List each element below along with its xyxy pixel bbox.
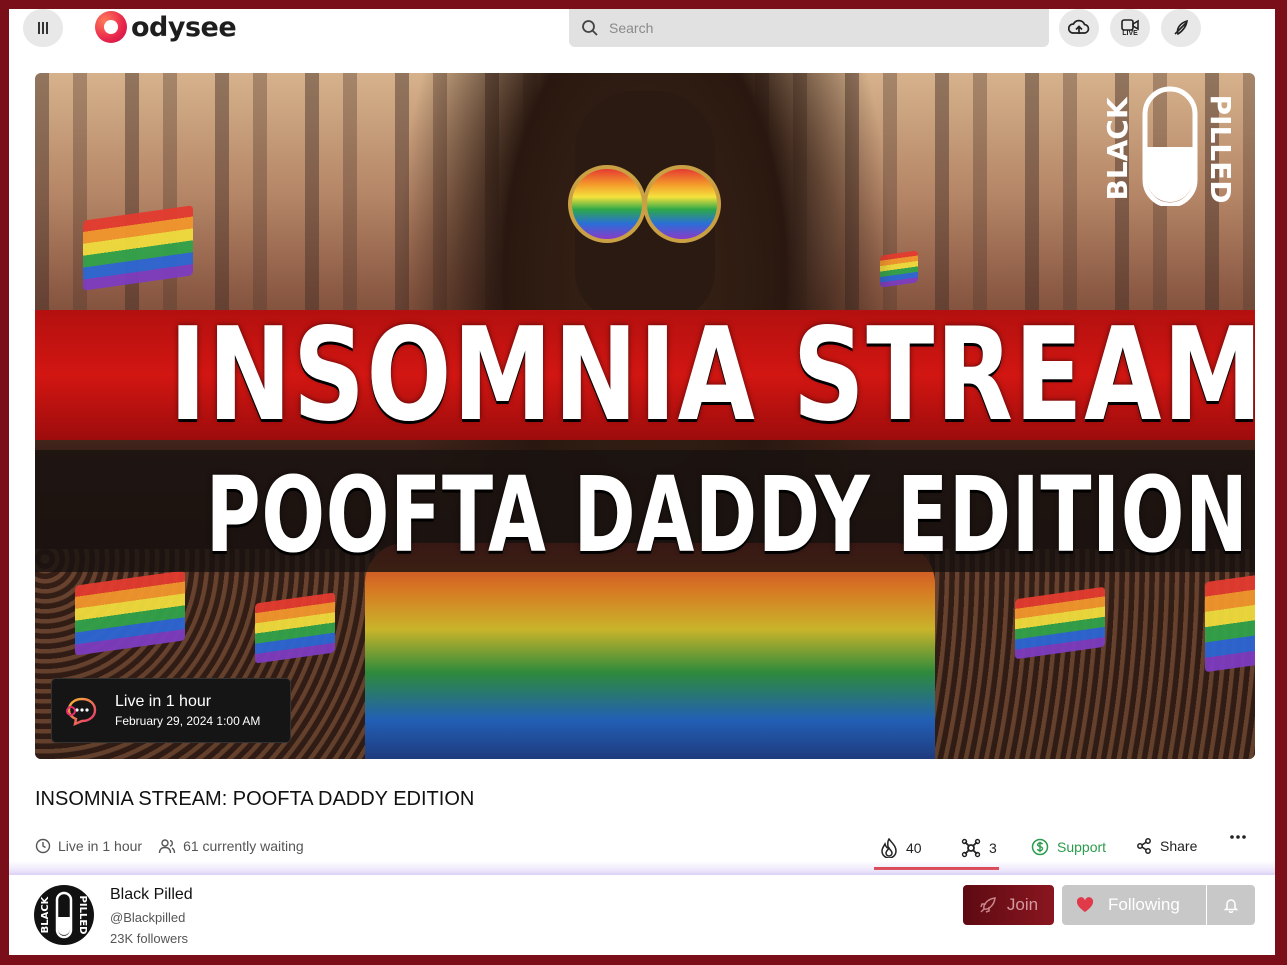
video-actions: 40 3 Support Share — [869, 835, 1275, 862]
meta-waiting: 61 currently waiting — [158, 838, 304, 854]
go-live-button[interactable]: LIVE — [1110, 9, 1150, 47]
live-date-text: February 29, 2024 1:00 AM — [115, 714, 261, 728]
share-button[interactable]: Share — [1136, 838, 1197, 854]
heart-icon — [1076, 897, 1094, 912]
rainbow-flag — [255, 592, 335, 664]
page-frame: odysee LIVE — [9, 9, 1275, 955]
channel-section: BLACK PILLED Black Pilled @Blackpilled 2… — [9, 875, 1275, 955]
menu-button[interactable] — [23, 9, 63, 47]
meta-live-text: Live in 1 hour — [58, 838, 143, 854]
video-meta: Live in 1 hour 61 currently waiting — [35, 838, 320, 854]
top-header: odysee LIVE — [9, 9, 1275, 69]
following-label: Following — [1108, 895, 1180, 914]
black-pilled-badge: BLACK PILLED — [1101, 86, 1233, 206]
fire-reaction-button[interactable]: 40 — [880, 838, 922, 858]
share-label: Share — [1160, 838, 1198, 854]
search-bar[interactable] — [569, 9, 1049, 47]
upload-icon — [1068, 19, 1090, 34]
rainbow-flag — [1205, 573, 1255, 673]
fire-icon — [881, 838, 897, 858]
fire-count: 40 — [906, 840, 922, 856]
channel-handle[interactable]: @Blackpilled — [110, 910, 185, 925]
publish-post-button[interactable] — [1161, 9, 1201, 47]
join-label: Join — [1006, 895, 1039, 914]
channel-followers: 23K followers — [110, 931, 189, 946]
svg-text:BLACK: BLACK — [1101, 96, 1134, 200]
black-pilled-avatar-icon: BLACK PILLED — [40, 891, 88, 939]
support-button[interactable]: Support — [1031, 838, 1106, 856]
rainbow-flag — [1015, 586, 1105, 660]
support-dollar-icon — [1031, 838, 1049, 856]
video-thumbnail[interactable]: INSOMNIA STREAM POOFTA DADDY EDITION BLA… — [35, 73, 1255, 759]
bell-icon — [1223, 899, 1239, 913]
more-dots-icon — [1230, 835, 1246, 839]
channel-avatar[interactable]: BLACK PILLED — [34, 885, 94, 945]
svg-text:BLACK: BLACK — [40, 895, 51, 933]
following-button[interactable]: Following — [1062, 885, 1206, 925]
live-label: LIVE — [1122, 30, 1138, 37]
menu-icon — [38, 22, 48, 34]
join-button[interactable]: Join — [963, 885, 1054, 925]
section-separator — [9, 861, 1275, 875]
channel-name[interactable]: Black Pilled — [110, 886, 193, 904]
logo-text: odysee — [131, 11, 237, 43]
upload-button[interactable] — [1059, 9, 1099, 47]
support-label: Support — [1057, 839, 1107, 855]
slime-reaction-button[interactable]: 3 — [961, 838, 997, 858]
thumbnail-headline-1: INSOMNIA STREAM — [169, 301, 1255, 450]
meta-waiting-text: 61 currently waiting — [183, 838, 304, 854]
search-input[interactable] — [607, 19, 1031, 37]
live-status-text: Live in 1 hour — [115, 693, 212, 710]
svg-text:PILLED: PILLED — [77, 896, 88, 935]
rocket-icon — [980, 897, 996, 913]
svg-text:PILLED: PILLED — [1204, 95, 1233, 204]
users-icon — [158, 839, 176, 854]
live-chat-icon — [66, 697, 97, 727]
publish-post-icon — [1174, 19, 1188, 36]
clock-icon — [35, 838, 51, 854]
meta-live-time: Live in 1 hour — [35, 838, 142, 854]
sunglass-lens-left — [568, 165, 646, 243]
slime-icon — [961, 838, 981, 858]
more-options-button[interactable] — [1229, 834, 1247, 840]
video-title: INSOMNIA STREAM: POOFTA DADDY EDITION — [35, 788, 475, 810]
thumbnail-headline-2: POOFTA DADDY EDITION — [205, 454, 1249, 576]
search-icon — [582, 20, 598, 36]
notification-bell-button[interactable] — [1207, 885, 1255, 925]
slime-count: 3 — [989, 840, 997, 856]
odysee-logo[interactable]: odysee — [95, 9, 237, 45]
share-icon — [1137, 838, 1151, 854]
live-countdown-badge: Live in 1 hour February 29, 2024 1:00 AM — [52, 679, 290, 742]
odysee-logo-icon — [95, 11, 127, 43]
sunglass-lens-right — [643, 165, 721, 243]
